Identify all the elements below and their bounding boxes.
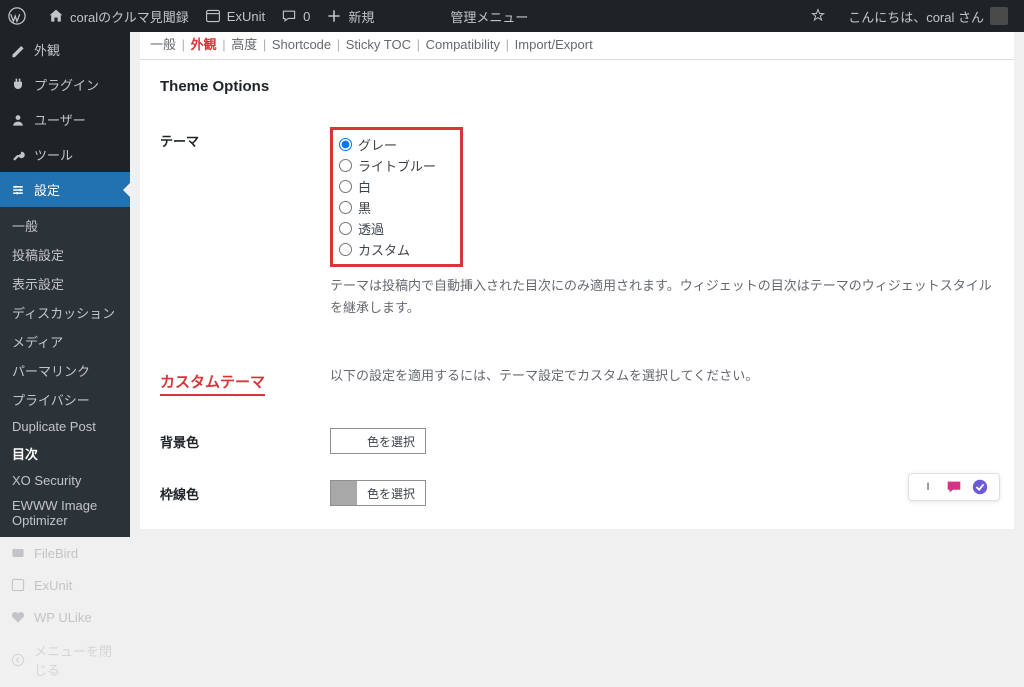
floating-toolbar: I — [908, 473, 1000, 501]
theme-radio-white[interactable] — [339, 180, 352, 193]
theme-radio-black[interactable] — [339, 201, 352, 214]
theme-option-grey[interactable]: グレー — [339, 134, 436, 155]
theme-option-transparent[interactable]: 透過 — [339, 218, 436, 239]
sidebar-item-tools[interactable]: ツール — [0, 137, 130, 172]
row-label-border: 枠線色 — [160, 468, 330, 520]
theme-description: テーマは投稿内で自動挿入された目次にのみ適用されます。ウィジェットの目次はテーマ… — [330, 275, 994, 319]
wp-logo[interactable] — [0, 0, 40, 32]
custom-theme-description: 以下の設定を適用するには、テーマ設定でカスタムを選択してください。 — [330, 365, 994, 387]
admin-menu-link[interactable]: 管理メニュー — [442, 0, 536, 32]
sub-item-duplicate-post[interactable]: Duplicate Post — [0, 414, 130, 439]
notice-star-icon[interactable] — [802, 0, 840, 32]
sub-item-reading[interactable]: 表示設定 — [0, 269, 130, 298]
theme-radio-custom[interactable] — [339, 243, 352, 256]
sub-item-xo-security[interactable]: XO Security — [0, 468, 130, 493]
exunit-adminbar[interactable]: ExUnit — [197, 0, 273, 32]
theme-option-white[interactable]: 白 — [339, 176, 436, 197]
tab-general[interactable]: 一般 — [150, 37, 176, 52]
greeting[interactable]: こんにちは、coral さん — [840, 0, 1016, 32]
row-label-title: タイトル色 — [160, 520, 330, 529]
settings-submenu: 一般 投稿設定 表示設定 ディスカッション メディア パーマリンク プライバシー… — [0, 207, 130, 537]
sidebar-item-settings[interactable]: 設定 — [0, 172, 130, 207]
new-content[interactable]: 新規 — [318, 0, 382, 32]
sidebar-item-plugins[interactable]: プラグイン — [0, 67, 130, 102]
color-swatch-border — [331, 481, 357, 505]
float-tool-chat-icon[interactable] — [943, 476, 965, 498]
admin-bar: coralのクルマ見聞録 ExUnit 0 新規 管理メニュー こんにちは、co… — [0, 0, 1024, 32]
sidebar-collapse[interactable]: メニューを閉じる — [0, 633, 130, 687]
site-title-text: coralのクルマ見聞録 — [70, 7, 189, 26]
new-label: 新規 — [348, 7, 374, 26]
tab-compatibility[interactable]: Compatibility — [426, 37, 500, 52]
color-swatch-bg — [331, 429, 357, 453]
color-picker-bg[interactable]: 色を選択 — [330, 428, 426, 454]
sidebar-item-users[interactable]: ユーザー — [0, 102, 130, 137]
sub-item-media[interactable]: メディア — [0, 327, 130, 356]
custom-theme-title: カスタムテーマ — [160, 371, 265, 396]
sub-item-toc[interactable]: 目次 — [0, 439, 130, 468]
color-button-label: 色を選択 — [357, 481, 425, 505]
panel-heading: Theme Options — [160, 78, 994, 95]
avatar — [990, 7, 1008, 25]
theme-radio-transparent[interactable] — [339, 222, 352, 235]
sidebar-item-appearance[interactable]: 外観 — [0, 32, 130, 67]
tabs-bar: 一般 | 外観 | 高度 | Shortcode | Sticky TOC | … — [140, 32, 1014, 60]
sub-item-discussion[interactable]: ディスカッション — [0, 298, 130, 327]
site-name[interactable]: coralのクルマ見聞録 — [40, 0, 197, 32]
sidebar-item-wpulike[interactable]: WP ULike — [0, 601, 130, 633]
float-tool-text-icon[interactable]: I — [917, 476, 939, 498]
row-label-bg: 背景色 — [160, 416, 330, 468]
theme-radio-grey[interactable] — [339, 138, 352, 151]
tab-advanced[interactable]: 高度 — [231, 37, 257, 52]
theme-radio-lightblue[interactable] — [339, 159, 352, 172]
float-tool-check-icon[interactable] — [969, 476, 991, 498]
settings-panel: Theme Options テーマ グレー ライトブルー — [140, 60, 1014, 529]
form-table: テーマ グレー ライトブルー 白 — [160, 115, 994, 529]
theme-option-custom[interactable]: カスタム — [339, 239, 436, 260]
comments-count: 0 — [303, 9, 310, 24]
theme-radio-group: グレー ライトブルー 白 黒 — [330, 127, 463, 267]
sub-item-general[interactable]: 一般 — [0, 211, 130, 240]
tab-import-export[interactable]: Import/Export — [515, 37, 593, 52]
theme-label: テーマ — [160, 115, 330, 331]
theme-option-lightblue[interactable]: ライトブルー — [339, 155, 436, 176]
theme-option-black[interactable]: 黒 — [339, 197, 436, 218]
content-wrap: 一般 | 外観 | 高度 | Shortcode | Sticky TOC | … — [130, 32, 1024, 529]
sidebar-item-exunit[interactable]: ExUnit — [0, 569, 130, 601]
color-picker-border[interactable]: 色を選択 — [330, 480, 426, 506]
tab-appearance[interactable]: 外観 — [191, 37, 217, 52]
admin-sidebar: 外観 プラグイン ユーザー ツール 設定 一般 投稿設定 表示設定 ディスカッシ… — [0, 32, 130, 529]
sidebar-item-filebird[interactable]: FileBird — [0, 537, 130, 569]
tab-shortcode[interactable]: Shortcode — [272, 37, 331, 52]
sub-item-permalink[interactable]: パーマリンク — [0, 356, 130, 385]
tab-sticky-toc[interactable]: Sticky TOC — [346, 37, 411, 52]
color-button-label: 色を選択 — [357, 429, 425, 453]
comments-adminbar[interactable]: 0 — [273, 0, 318, 32]
sub-item-privacy[interactable]: プライバシー — [0, 385, 130, 414]
exunit-label: ExUnit — [227, 9, 265, 24]
sub-item-writing[interactable]: 投稿設定 — [0, 240, 130, 269]
sub-item-ewww[interactable]: EWWW Image Optimizer — [0, 493, 130, 533]
